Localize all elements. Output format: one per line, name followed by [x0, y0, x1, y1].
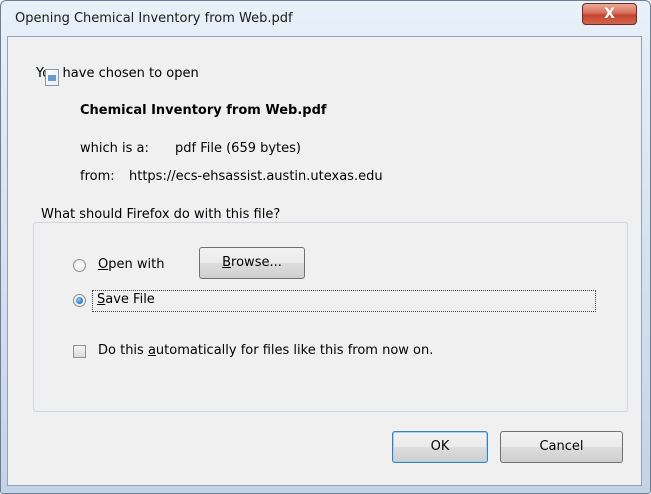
- window-title: Opening Chemical Inventory from Web.pdf: [15, 11, 293, 26]
- file-name-label: Chemical Inventory from Web.pdf: [80, 103, 327, 118]
- action-group-box: [33, 222, 628, 412]
- close-button[interactable]: X: [582, 3, 637, 25]
- cancel-button[interactable]: Cancel: [500, 431, 623, 463]
- ok-button[interactable]: OK: [392, 431, 488, 463]
- save-file-label[interactable]: Save File: [97, 292, 155, 307]
- from-value: https://ecs-ehsassist.austin.utexas.edu: [129, 169, 383, 184]
- open-with-radio[interactable]: [73, 259, 86, 272]
- close-icon: X: [604, 6, 615, 22]
- type-value: pdf File (659 bytes): [175, 141, 302, 156]
- auto-checkbox-label[interactable]: Do this automatically for files like thi…: [98, 343, 433, 358]
- save-file-focus-rect: [92, 290, 596, 312]
- intro-text: You have chosen to open: [36, 66, 199, 81]
- from-label: from:: [80, 169, 115, 184]
- browse-button[interactable]: Browse...: [199, 247, 305, 279]
- file-icon: [45, 69, 59, 86]
- title-bar[interactable]: Opening Chemical Inventory from Web.pdf: [1, 1, 650, 37]
- type-label: which is a:: [80, 141, 149, 156]
- save-file-radio[interactable]: [73, 294, 86, 307]
- open-with-label[interactable]: Open with: [98, 257, 164, 272]
- auto-checkbox[interactable]: [73, 345, 86, 358]
- action-group-label: What should Firefox do with this file?: [38, 207, 284, 222]
